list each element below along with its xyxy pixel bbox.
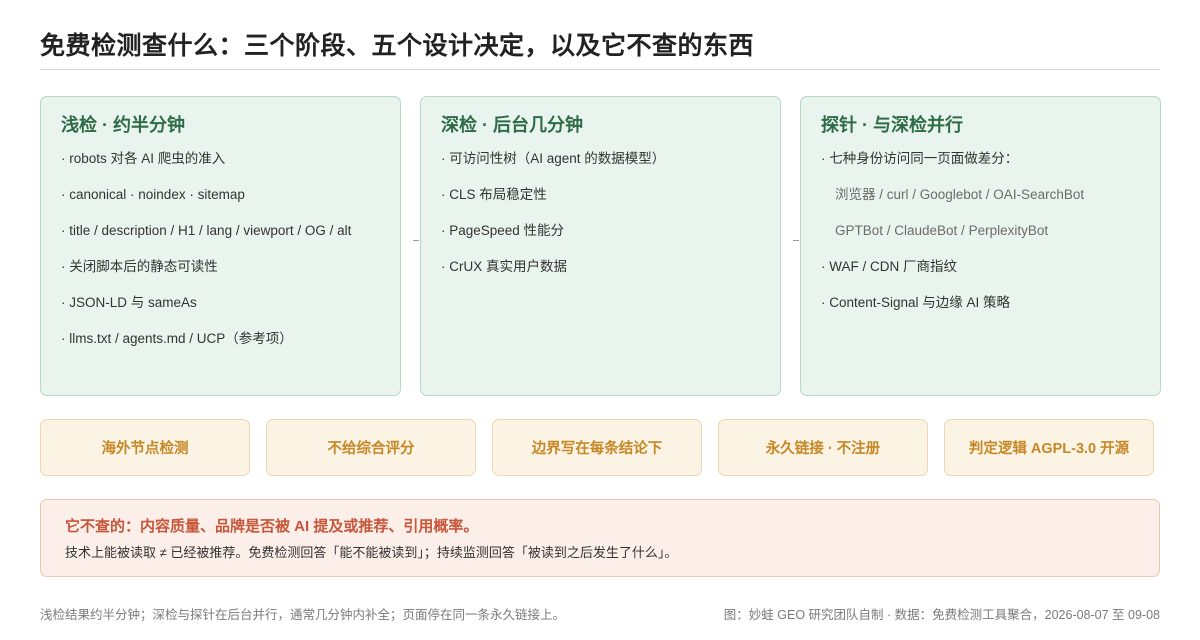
decision-pill: 边界写在每条结论下 <box>492 419 702 476</box>
stage-item: · canonical · noindex · sitemap <box>61 187 245 202</box>
decision-pill: 判定逻辑 AGPL-3.0 开源 <box>944 419 1154 476</box>
design-decisions-row: 海外节点检测 不给综合评分 边界写在每条结论下 永久链接 · 不注册 判定逻辑 … <box>40 419 1160 477</box>
stage-item: · Content-Signal 与边缘 AI 策略 <box>821 295 1011 310</box>
stage-item: · CrUX 真实用户数据 <box>441 259 567 274</box>
exclusion-heading: 它不查的：内容质量、品牌是否被 AI 提及或推荐、引用概率。 <box>65 518 479 535</box>
stage-sub-item: GPTBot / ClaudeBot / PerplexityBot <box>835 223 1049 238</box>
stage-sub-item: 浏览器 / curl / Googlebot / OAI-SearchBot <box>835 187 1085 202</box>
stage-item: · title / description / H1 / lang / view… <box>61 223 352 238</box>
stage-title: 深检 · 后台几分钟 <box>441 115 583 135</box>
stage-item-list: · robots 对各 AI 爬虫的准入 · canonical · noind… <box>61 149 382 365</box>
stage-item: · PageSpeed 性能分 <box>441 223 565 238</box>
stage-item: · llms.txt / agents.md / UCP（参考项） <box>61 331 293 346</box>
footer-source: 图：妙蛙 GEO 研究团队自制 · 数据：免费检测工具聚合，2026-08-07… <box>723 608 1160 622</box>
decision-pill: 不给综合评分 <box>266 419 476 476</box>
stage-item: · WAF / CDN 厂商指纹 <box>821 259 957 274</box>
stage-connector <box>793 240 799 241</box>
stage-item: · 七种身份访问同一页面做差分： <box>821 151 1019 166</box>
stage-item: · CLS 布局稳定性 <box>441 187 547 202</box>
stage-box-deep-check: 深检 · 后台几分钟 · 可访问性树（AI agent 的数据模型） · CLS… <box>420 96 781 396</box>
stage-title: 探针 · 与深检并行 <box>821 115 963 135</box>
title-divider <box>40 69 1160 70</box>
stage-connector <box>413 240 419 241</box>
stage-title: 浅检 · 约半分钟 <box>61 115 185 135</box>
decision-pill: 永久链接 · 不注册 <box>718 419 928 476</box>
stage-item: · JSON-LD 与 sameAs <box>61 295 197 310</box>
exclusion-callout: 它不查的：内容质量、品牌是否被 AI 提及或推荐、引用概率。 技术上能被读取 ≠… <box>40 499 1160 577</box>
page-title: 免费检测查什么：三个阶段、五个设计决定，以及它不查的东西 <box>40 32 755 60</box>
stage-item: · 关闭脚本后的静态可读性 <box>61 259 218 274</box>
decision-pill: 海外节点检测 <box>40 419 250 476</box>
stage-box-probe: 探针 · 与深检并行 · 七种身份访问同一页面做差分： 浏览器 / curl /… <box>800 96 1161 396</box>
footer-note: 浅检结果约半分钟；深检与探针在后台并行，通常几分钟内补全；页面停在同一条永久链接… <box>40 608 566 622</box>
stage-item-list: · 七种身份访问同一页面做差分： 浏览器 / curl / Googlebot … <box>821 149 1142 329</box>
stage-item: · 可访问性树（AI agent 的数据模型） <box>441 151 666 166</box>
stage-item: · robots 对各 AI 爬虫的准入 <box>61 151 226 166</box>
stage-box-shallow-check: 浅检 · 约半分钟 · robots 对各 AI 爬虫的准入 · canonic… <box>40 96 401 396</box>
exclusion-body: 技术上能被读取 ≠ 已经被推荐。免费检测回答「能不能被读到」；持续监测回答「被读… <box>65 545 678 560</box>
stage-item-list: · 可访问性树（AI agent 的数据模型） · CLS 布局稳定性 · Pa… <box>441 149 762 293</box>
